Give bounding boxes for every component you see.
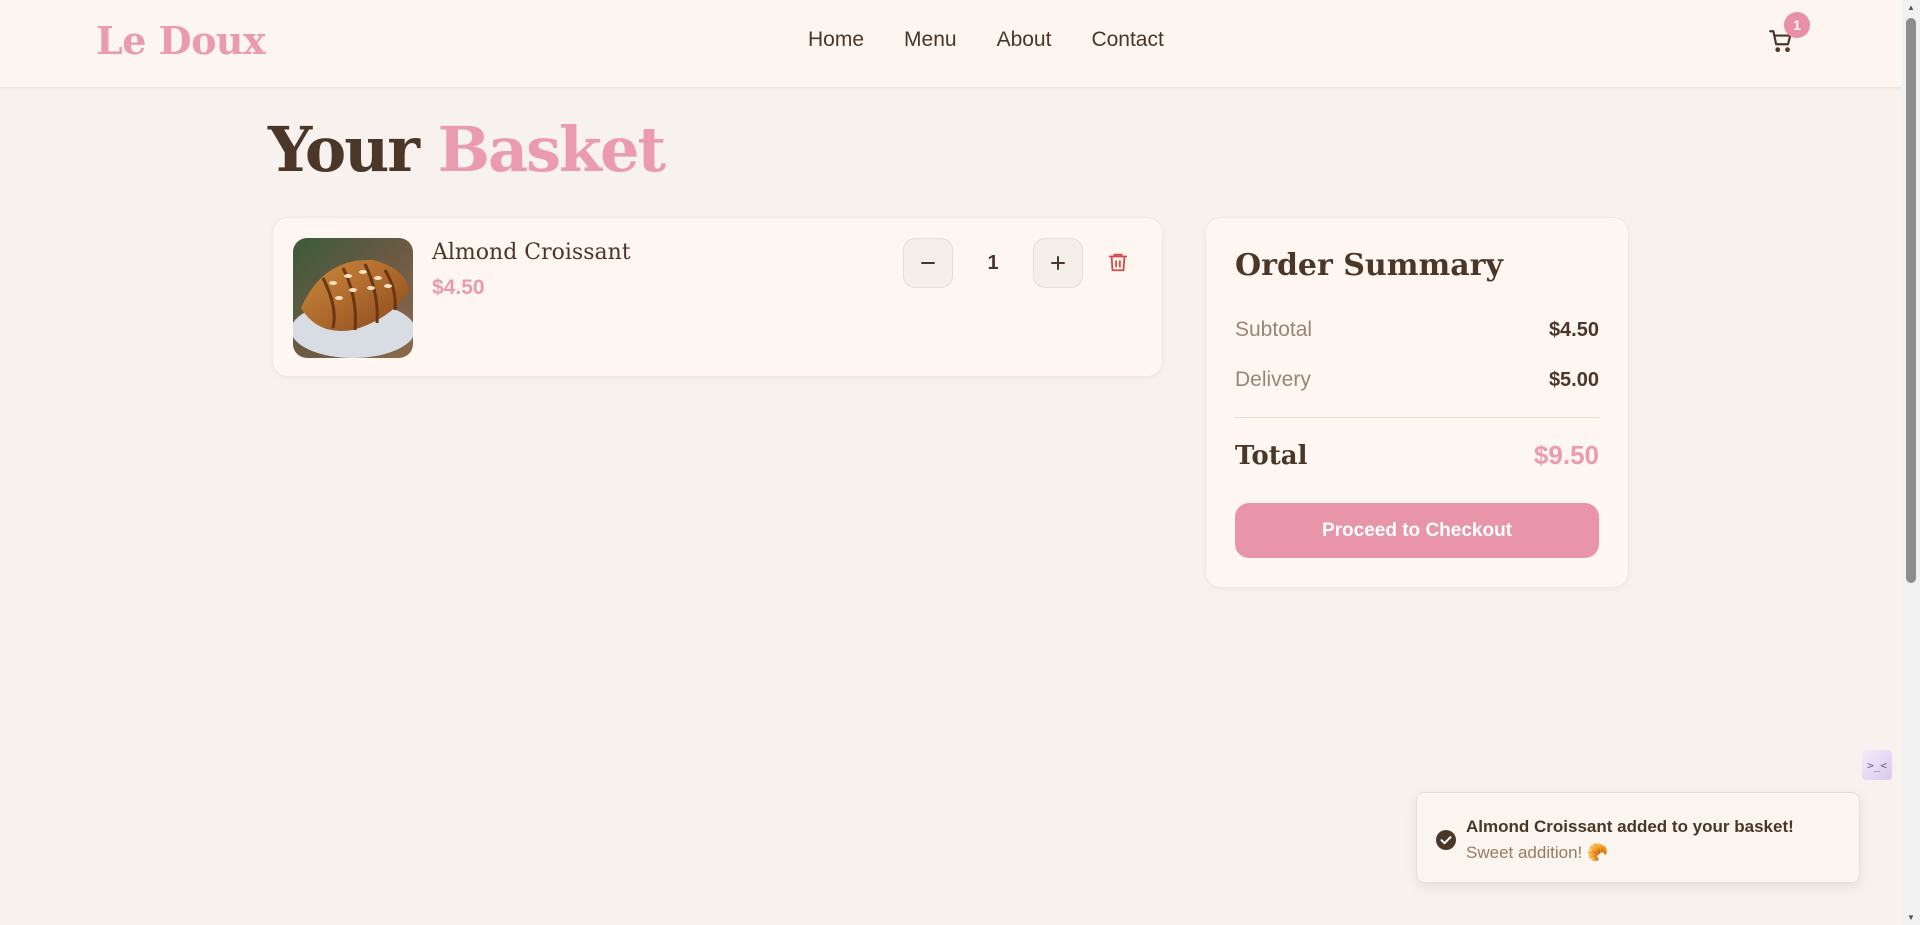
trash-icon[interactable]	[1107, 251, 1131, 275]
order-summary-title: Order Summary	[1235, 248, 1503, 283]
proceed-to-checkout-button[interactable]: Proceed to Checkout	[1235, 503, 1599, 558]
subtotal-value: $4.50	[1548, 318, 1599, 341]
delivery-value: $5.00	[1548, 368, 1599, 391]
toast-subtitle: Sweet addition! 🥐	[1466, 843, 1609, 862]
nav-about-link[interactable]: About	[997, 28, 1052, 52]
total-row: Total $9.50	[1235, 440, 1599, 471]
order-summary-card: Order Summary Subtotal $4.50 Delivery $5…	[1205, 217, 1629, 588]
item-price: $4.50	[432, 276, 485, 299]
toast-title: Almond Croissant added to your basket!	[1466, 817, 1794, 836]
scroll-down-arrow-icon[interactable]: ▼	[1906, 912, 1916, 922]
basket-item-card: Almond Croissant $4.50 1	[272, 217, 1163, 377]
dev-widget-button[interactable]: >_<	[1862, 750, 1892, 780]
summary-divider	[1235, 417, 1599, 418]
scroll-up-arrow-icon[interactable]: ▲	[1906, 2, 1916, 12]
page-title-part1: Your	[268, 113, 420, 186]
page-title: Your Basket	[268, 110, 667, 190]
added-to-basket-toast: Almond Croissant added to your basket! S…	[1416, 792, 1860, 883]
increase-quantity-button[interactable]	[1033, 238, 1083, 288]
page-title-part2: Basket	[437, 113, 667, 186]
top-navbar: Le Doux Home Menu About Contact	[0, 0, 1902, 88]
delivery-row: Delivery $5.00	[1235, 368, 1599, 392]
brand-logo[interactable]: Le Doux	[96, 18, 266, 63]
total-label: Total	[1235, 440, 1308, 471]
check-circle-icon	[1435, 829, 1457, 851]
nav-home-link[interactable]: Home	[808, 28, 864, 52]
plus-icon	[1051, 256, 1065, 270]
subtotal-label: Subtotal	[1235, 318, 1313, 341]
main-nav: Home Menu About Contact	[808, 28, 1164, 52]
cart-count-badge: 1	[1784, 12, 1810, 38]
scrollbar-thumb[interactable]	[1906, 18, 1916, 583]
nav-contact-link[interactable]: Contact	[1091, 28, 1163, 52]
total-value: $9.50	[1533, 440, 1599, 470]
delivery-label: Delivery	[1235, 368, 1311, 391]
quantity-value: 1	[987, 251, 999, 274]
minus-icon	[921, 262, 935, 264]
nav-menu-link[interactable]: Menu	[904, 28, 957, 52]
item-name: Almond Croissant	[432, 240, 631, 265]
vertical-scrollbar[interactable]: ▲ ▼	[1902, 0, 1920, 925]
decrease-quantity-button[interactable]	[903, 238, 953, 288]
croissant-image	[293, 238, 413, 358]
subtotal-row: Subtotal $4.50	[1235, 318, 1599, 342]
